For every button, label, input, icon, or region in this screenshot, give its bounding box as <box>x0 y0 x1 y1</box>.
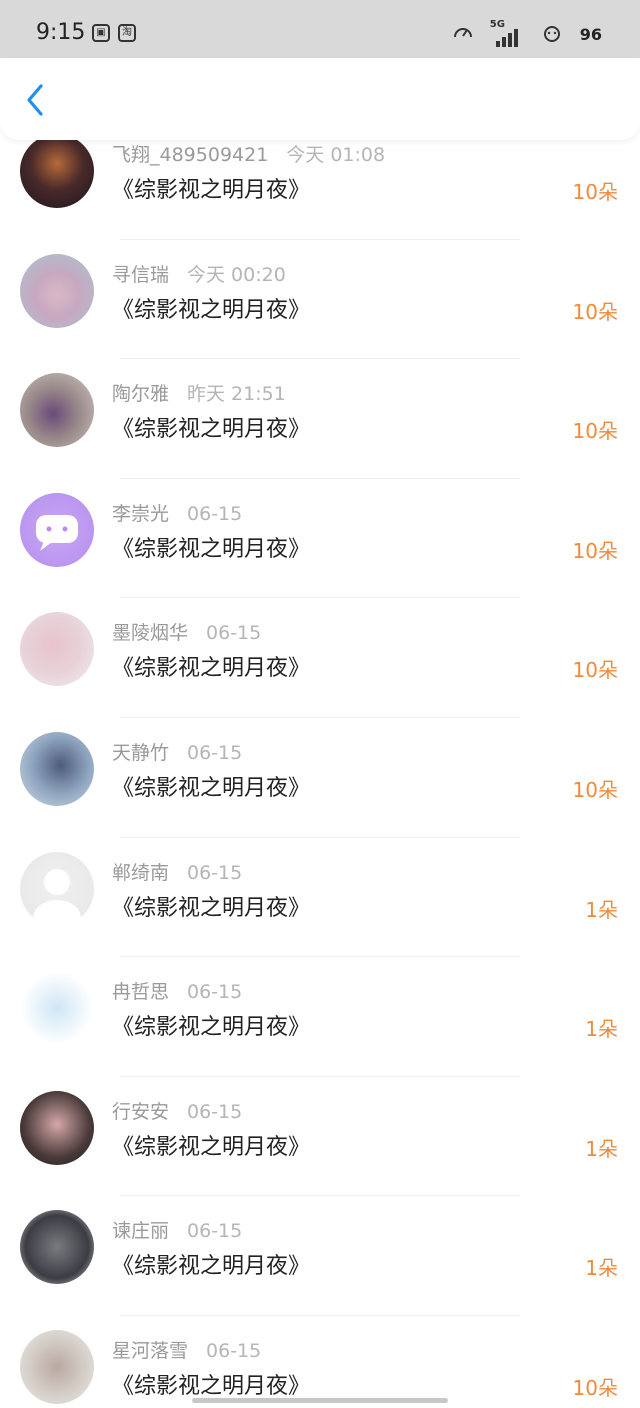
list-item[interactable]: 陶尔雅 昨天 21:51 《综影视之明月夜》 10朵 <box>0 359 640 479</box>
avatar[interactable] <box>20 373 94 448</box>
list-item[interactable]: 寻信瑞 今天 00:20 《综影视之明月夜》 10朵 <box>0 240 640 360</box>
status-time: 9:15 <box>36 20 86 45</box>
status-indicators: 5G 96 <box>452 18 602 50</box>
username-text: 冉哲思 <box>112 981 170 1004</box>
username: 郸绮南 06-15 <box>112 858 242 885</box>
list-item[interactable]: 李崇光 06-15 《综影视之明月夜》 10朵 <box>0 479 640 599</box>
username: 墨陵烟华 06-15 <box>112 618 261 645</box>
battery-level: 96 <box>579 24 602 44</box>
book-title: 《综影视之明月夜》 <box>112 536 311 562</box>
username: 飞翔_489509421 今天 01:08 <box>112 140 385 167</box>
username-text: 飞翔_489509421 <box>112 144 269 166</box>
avatar[interactable] <box>20 851 94 926</box>
timestamp: 06-15 <box>187 981 243 1004</box>
book-title: 《综影视之明月夜》 <box>112 895 311 921</box>
list-item[interactable]: 星河落雪 06-15 《综影视之明月夜》 10朵 <box>0 1316 640 1408</box>
flower-count: 1朵 <box>585 1136 618 1161</box>
book-title: 《综影视之明月夜》 <box>112 1374 311 1399</box>
book-title: 《综影视之明月夜》 <box>112 178 311 203</box>
avatar[interactable] <box>20 134 94 208</box>
flower-count: 10朵 <box>572 419 618 444</box>
username-text: 郸绮南 <box>112 861 170 884</box>
avatar[interactable] <box>20 253 94 328</box>
list-item[interactable]: 冉哲思 06-15 《综影视之明月夜》 1朵 <box>0 957 640 1077</box>
avatar[interactable] <box>20 971 94 1046</box>
timestamp: 06-15 <box>206 1340 262 1362</box>
timestamp: 昨天 21:51 <box>187 383 286 406</box>
flower-count: 10朵 <box>572 778 618 802</box>
flower-count: 1朵 <box>585 1256 618 1281</box>
avatar[interactable] <box>20 612 94 687</box>
timestamp: 06-15 <box>206 622 262 645</box>
avatar[interactable] <box>20 492 94 567</box>
username-text: 天静竹 <box>112 742 170 764</box>
avatar[interactable] <box>20 1090 94 1165</box>
app-notification-icon: ▣ <box>92 24 110 42</box>
avatar[interactable] <box>20 1330 94 1404</box>
username: 陶尔雅 昨天 21:51 <box>112 379 286 406</box>
flower-count: 10朵 <box>572 1376 618 1400</box>
username-text: 寻信瑞 <box>112 263 170 286</box>
wifi-icon <box>540 20 564 48</box>
username-text: 谏庄丽 <box>112 1220 170 1243</box>
timestamp: 今天 00:20 <box>187 263 286 286</box>
book-title: 《综影视之明月夜》 <box>112 1254 311 1280</box>
home-indicator[interactable] <box>192 1398 448 1403</box>
book-title: 《综影视之明月夜》 <box>112 417 311 443</box>
username: 寻信瑞 今天 00:20 <box>112 260 286 287</box>
username-text: 陶尔雅 <box>112 383 170 406</box>
flower-count: 10朵 <box>572 299 618 324</box>
timestamp: 今天 01:08 <box>286 144 386 166</box>
book-title: 《综影视之明月夜》 <box>112 776 311 801</box>
chevron-left-icon <box>27 84 43 116</box>
top-nav-bar <box>0 58 640 140</box>
username-text: 墨陵烟华 <box>112 622 189 645</box>
username: 行安安 06-15 <box>112 1097 242 1124</box>
flower-count: 10朵 <box>572 538 618 563</box>
timestamp: 06-15 <box>187 861 243 884</box>
taobao-icon: 淘 <box>118 24 136 42</box>
book-title: 《综影视之明月夜》 <box>112 1134 311 1160</box>
flower-count: 10朵 <box>572 658 618 683</box>
username-text: 星河落雪 <box>112 1340 189 1362</box>
username: 天静竹 06-15 <box>112 738 242 765</box>
list-item[interactable]: 墨陵烟华 06-15 《综影视之明月夜》 10朵 <box>0 598 640 718</box>
timestamp: 06-15 <box>187 1100 243 1123</box>
flower-count: 10朵 <box>572 180 618 204</box>
timestamp: 06-15 <box>187 742 243 764</box>
signal-5g-icon: 5G <box>490 19 524 49</box>
list-item[interactable]: 郸绮南 06-15 《综影视之明月夜》 1朵 <box>0 838 640 958</box>
avatar[interactable] <box>20 1210 94 1285</box>
back-button[interactable] <box>18 80 52 120</box>
timestamp: 06-15 <box>187 1220 243 1243</box>
list-item[interactable]: 行安安 06-15 《综影视之明月夜》 1朵 <box>0 1077 640 1197</box>
flower-count: 1朵 <box>585 1017 618 1042</box>
timestamp: 06-15 <box>187 502 243 525</box>
username: 星河落雪 06-15 <box>112 1336 261 1363</box>
username-text: 行安安 <box>112 1100 170 1123</box>
book-title: 《综影视之明月夜》 <box>112 656 311 682</box>
book-title: 《综影视之明月夜》 <box>112 1015 311 1041</box>
flower-count: 1朵 <box>585 897 618 922</box>
speed-gauge-icon <box>452 21 474 47</box>
username: 冉哲思 06-15 <box>112 977 242 1004</box>
list-item[interactable]: 天静竹 06-15 《综影视之明月夜》 10朵 <box>0 718 640 838</box>
list-item[interactable]: 谏庄丽 06-15 《综影视之明月夜》 1朵 <box>0 1196 640 1316</box>
book-title: 《综影视之明月夜》 <box>112 297 311 323</box>
username-text: 李崇光 <box>112 502 170 525</box>
avatar[interactable] <box>20 732 94 806</box>
username: 李崇光 06-15 <box>112 499 242 526</box>
username: 谏庄丽 06-15 <box>112 1216 242 1243</box>
